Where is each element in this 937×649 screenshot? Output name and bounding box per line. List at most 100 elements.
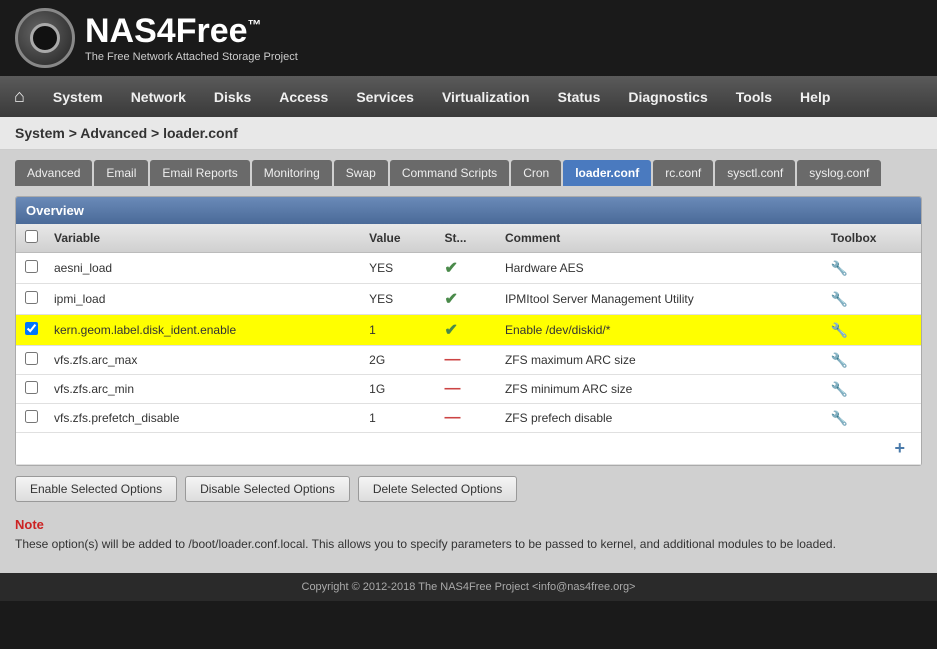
trademark: ™ xyxy=(248,17,262,33)
nav-link-help[interactable]: Help xyxy=(786,79,844,115)
value-aesni: YES xyxy=(361,253,436,284)
nav-link-virtualization[interactable]: Virtualization xyxy=(428,79,544,115)
status-kern: ✔ xyxy=(437,315,497,346)
nav-item-services[interactable]: Services xyxy=(342,79,428,115)
tab-monitoring[interactable]: Monitoring xyxy=(252,160,332,186)
nav-link-diagnostics[interactable]: Diagnostics xyxy=(614,79,721,115)
row-check-prefetch[interactable] xyxy=(16,404,46,433)
select-all-checkbox[interactable] xyxy=(25,230,38,243)
row-check-kern[interactable] xyxy=(16,315,46,346)
table-row: vfs.zfs.arc_max 2G — ZFS maximum ARC siz… xyxy=(16,346,921,375)
comment-aesni: Hardware AES xyxy=(497,253,823,284)
toolbox-ipmi[interactable]: 🔧 xyxy=(823,284,921,315)
enable-selected-button[interactable]: Enable Selected Options xyxy=(15,476,177,502)
comment-kern: Enable /dev/diskid/* xyxy=(497,315,823,346)
options-table: Variable Value St... Comment Toolbox aes… xyxy=(16,224,921,465)
variable-prefetch: vfs.zfs.prefetch_disable xyxy=(46,404,361,433)
home-icon: ⌂ xyxy=(14,86,25,107)
note-text: These option(s) will be added to /boot/l… xyxy=(15,535,922,553)
col-value: Value xyxy=(361,224,436,253)
delete-selected-button[interactable]: Delete Selected Options xyxy=(358,476,517,502)
tab-loader-conf[interactable]: loader.conf xyxy=(563,160,651,186)
nav-item-disks[interactable]: Disks xyxy=(200,79,265,115)
status-arc-max: — xyxy=(437,346,497,375)
table-row: aesni_load YES ✔ Hardware AES 🔧 xyxy=(16,253,921,284)
col-toolbox: Toolbox xyxy=(823,224,921,253)
checkbox-ipmi[interactable] xyxy=(25,291,38,304)
edit-icon-arc-max[interactable]: 🔧 xyxy=(831,352,848,368)
variable-kern: kern.geom.label.disk_ident.enable xyxy=(46,315,361,346)
status-aesni: ✔ xyxy=(437,253,497,284)
nav-item-diagnostics[interactable]: Diagnostics xyxy=(614,79,721,115)
table-row: ipmi_load YES ✔ IPMItool Server Manageme… xyxy=(16,284,921,315)
footer-text: Copyright © 2012-2018 The NAS4Free Proje… xyxy=(302,581,636,593)
nav-item-status[interactable]: Status xyxy=(544,79,615,115)
edit-icon-ipmi[interactable]: 🔧 xyxy=(831,291,848,307)
comment-ipmi: IPMItool Server Management Utility xyxy=(497,284,823,315)
tagline: The Free Network Attached Storage Projec… xyxy=(85,51,298,63)
nav-item-virtualization[interactable]: Virtualization xyxy=(428,79,544,115)
nav-link-services[interactable]: Services xyxy=(342,79,428,115)
nav-item-access[interactable]: Access xyxy=(265,79,342,115)
table-row: vfs.zfs.prefetch_disable 1 — ZFS prefech… xyxy=(16,404,921,433)
value-prefetch: 1 xyxy=(361,404,436,433)
comment-arc-max: ZFS maximum ARC size xyxy=(497,346,823,375)
nav-link-status[interactable]: Status xyxy=(544,79,615,115)
toolbox-kern[interactable]: 🔧 xyxy=(823,315,921,346)
nav-item-help[interactable]: Help xyxy=(786,79,844,115)
nav-item-system[interactable]: System xyxy=(39,79,117,115)
tab-advanced[interactable]: Advanced xyxy=(15,160,92,186)
tab-sysctl-conf[interactable]: sysctl.conf xyxy=(715,160,795,186)
nav-link-disks[interactable]: Disks xyxy=(200,79,265,115)
checkbox-kern[interactable] xyxy=(25,322,38,335)
edit-icon-aesni[interactable]: 🔧 xyxy=(831,260,848,276)
toolbox-aesni[interactable]: 🔧 xyxy=(823,253,921,284)
add-cell[interactable]: + xyxy=(16,433,921,465)
row-check-arc-max[interactable] xyxy=(16,346,46,375)
toolbox-arc-max[interactable]: 🔧 xyxy=(823,346,921,375)
add-button[interactable]: + xyxy=(886,434,913,462)
value-arc-min: 1G xyxy=(361,375,436,404)
row-check-ipmi[interactable] xyxy=(16,284,46,315)
checkbox-arc-min[interactable] xyxy=(25,381,38,394)
value-kern: 1 xyxy=(361,315,436,346)
tab-email-reports[interactable]: Email Reports xyxy=(150,160,249,186)
toolbox-prefetch[interactable]: 🔧 xyxy=(823,404,921,433)
footer: Copyright © 2012-2018 The NAS4Free Proje… xyxy=(0,573,937,601)
nav-home[interactable]: ⌂ xyxy=(0,76,39,117)
checkbox-prefetch[interactable] xyxy=(25,410,38,423)
logo-text: NAS4Free™ The Free Network Attached Stor… xyxy=(85,13,298,62)
table-row: vfs.zfs.arc_min 1G — ZFS minimum ARC siz… xyxy=(16,375,921,404)
breadcrumb: System > Advanced > loader.conf xyxy=(15,125,238,141)
value-ipmi: YES xyxy=(361,284,436,315)
col-comment: Comment xyxy=(497,224,823,253)
edit-icon-arc-min[interactable]: 🔧 xyxy=(831,381,848,397)
home-link[interactable]: ⌂ xyxy=(0,76,39,117)
row-check-arc-min[interactable] xyxy=(16,375,46,404)
tab-syslog-conf[interactable]: syslog.conf xyxy=(797,160,881,186)
nav-item-network[interactable]: Network xyxy=(117,79,200,115)
tab-swap[interactable]: Swap xyxy=(334,160,388,186)
nav-item-tools[interactable]: Tools xyxy=(722,79,786,115)
nav-link-tools[interactable]: Tools xyxy=(722,79,786,115)
nav-link-system[interactable]: System xyxy=(39,79,117,115)
toolbox-arc-min[interactable]: 🔧 xyxy=(823,375,921,404)
checkbox-arc-max[interactable] xyxy=(25,352,38,365)
tab-rc-conf[interactable]: rc.conf xyxy=(653,160,713,186)
row-check-aesni[interactable] xyxy=(16,253,46,284)
tab-email[interactable]: Email xyxy=(94,160,148,186)
panel-header: Overview xyxy=(16,197,921,224)
nav-link-network[interactable]: Network xyxy=(117,79,200,115)
edit-icon-kern[interactable]: 🔧 xyxy=(831,322,848,338)
checkbox-aesni[interactable] xyxy=(25,260,38,273)
status-ipmi: ✔ xyxy=(437,284,497,315)
logo-icon xyxy=(15,8,75,68)
edit-icon-prefetch[interactable]: 🔧 xyxy=(831,410,848,426)
disable-selected-button[interactable]: Disable Selected Options xyxy=(185,476,350,502)
nav-link-access[interactable]: Access xyxy=(265,79,342,115)
tab-command-scripts[interactable]: Command Scripts xyxy=(390,160,509,186)
tab-cron[interactable]: Cron xyxy=(511,160,561,186)
logo-inner xyxy=(30,23,60,53)
variable-ipmi: ipmi_load xyxy=(46,284,361,315)
table-row-highlighted: kern.geom.label.disk_ident.enable 1 ✔ En… xyxy=(16,315,921,346)
